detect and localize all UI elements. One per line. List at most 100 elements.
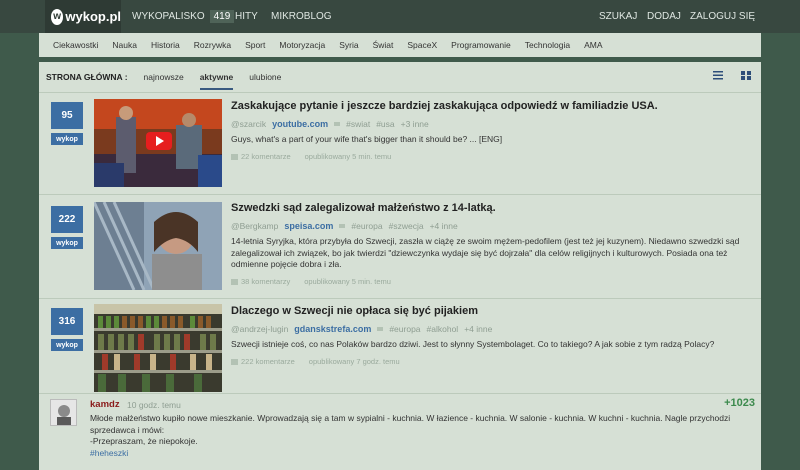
mikroblog-entry: kamdz 10 godz. temu +1023 Młode małżeńst… bbox=[39, 393, 761, 470]
comments-link[interactable]: 38 komentarzy bbox=[231, 277, 290, 286]
logo-icon: w bbox=[51, 8, 64, 25]
sort-bar: STRONA GŁÓWNA : najnowsze aktywne ulubio… bbox=[39, 62, 761, 92]
published-time: opublikowany 5 min. temu bbox=[304, 151, 392, 161]
category-link[interactable]: AMA bbox=[584, 40, 602, 50]
category-link[interactable]: Syria bbox=[339, 40, 358, 50]
tab-aktywne[interactable]: aktywne bbox=[199, 72, 234, 90]
article-info: Zaskakujące pytanie i jeszcze bardziej z… bbox=[231, 99, 753, 161]
entry-tag[interactable]: #heheszki bbox=[90, 448, 750, 460]
nav-label: DODAJ bbox=[647, 11, 681, 22]
entry-time: 10 godz. temu bbox=[127, 400, 181, 410]
article-tag[interactable]: #szwecja bbox=[389, 221, 424, 231]
comment-icon bbox=[231, 358, 238, 365]
article-meta: @Bergkamp speisa.com #europa #szwecja +4… bbox=[231, 221, 753, 231]
top-bar: w wykop.pl WYKOPALISKO 419 HITY MIKROBLO… bbox=[0, 0, 800, 33]
article-footer: 222 komentarze opublikowany 7 godz. temu bbox=[231, 357, 753, 366]
article-info: Szwedzki sąd zalegalizował małżeństwo z … bbox=[231, 201, 753, 286]
article-thumbnail[interactable] bbox=[94, 202, 222, 290]
thumbnail-image bbox=[94, 202, 222, 290]
article-author[interactable]: @szarcik bbox=[231, 119, 266, 129]
wykop-button[interactable]: wykop bbox=[51, 237, 83, 249]
article-source[interactable]: speisa.com bbox=[284, 221, 333, 231]
comments-link[interactable]: 22 komentarze bbox=[231, 152, 291, 161]
tab-najnowsze[interactable]: najnowsze bbox=[144, 72, 184, 82]
nav-label: WYKOPALISKO bbox=[132, 11, 205, 22]
avatar[interactable] bbox=[50, 399, 77, 426]
entry-author[interactable]: kamdz bbox=[90, 399, 120, 410]
article-item: 222 wykop Szwedzki sąd zalegalizował mał… bbox=[39, 194, 761, 298]
article-item: 95 wykop Zaskakujące pytanie i jeszcze b… bbox=[39, 92, 761, 194]
nav-mikroblog[interactable]: MIKROBLOG bbox=[271, 0, 332, 33]
source-icon bbox=[377, 327, 384, 331]
source-icon bbox=[339, 224, 346, 228]
category-link[interactable]: SpaceX bbox=[407, 40, 437, 50]
tab-ulubione[interactable]: ulubione bbox=[249, 72, 281, 82]
category-link[interactable]: Rozrywka bbox=[194, 40, 231, 50]
nav-label: HITY bbox=[235, 11, 258, 22]
view-toggle bbox=[713, 71, 751, 80]
article-title[interactable]: Szwedzki sąd zalegalizował małżeństwo z … bbox=[231, 201, 753, 215]
article-thumbnail[interactable] bbox=[94, 99, 222, 187]
comments-link[interactable]: 222 komentarze bbox=[231, 357, 295, 366]
entry-score[interactable]: +1023 bbox=[724, 397, 755, 409]
vote-box: 316 wykop bbox=[51, 308, 83, 351]
wykopalisko-count-badge: 419 bbox=[209, 10, 235, 23]
article-author[interactable]: @andrzej-lugin bbox=[231, 324, 288, 334]
nav-dodaj[interactable]: DODAJ bbox=[647, 0, 681, 33]
category-nav: Ciekawostki Nauka Historia Rozrywka Spor… bbox=[39, 33, 761, 57]
category-link[interactable]: Technologia bbox=[525, 40, 570, 50]
category-link[interactable]: Sport bbox=[245, 40, 265, 50]
article-tag[interactable]: #alkohol bbox=[427, 324, 459, 334]
category-link[interactable]: Nauka bbox=[112, 40, 137, 50]
nav-zaloguj[interactable]: ZALOGUJ SIĘ bbox=[690, 0, 755, 33]
article-tag[interactable]: #europa bbox=[351, 221, 382, 231]
vote-count: 95 bbox=[51, 102, 83, 129]
category-link[interactable]: Świat bbox=[373, 40, 394, 50]
vote-count: 316 bbox=[51, 308, 83, 335]
comments-count: 222 komentarze bbox=[241, 356, 295, 366]
article-title[interactable]: Zaskakujące pytanie i jeszcze bardziej z… bbox=[231, 99, 753, 113]
vote-box: 95 wykop bbox=[51, 102, 83, 145]
list-view-icon[interactable] bbox=[713, 71, 723, 80]
category-link[interactable]: Historia bbox=[151, 40, 180, 50]
nav-wykopalisko[interactable]: WYKOPALISKO 419 bbox=[132, 0, 235, 33]
more-tags[interactable]: +4 inne bbox=[430, 221, 458, 231]
article-tag[interactable]: #europa bbox=[389, 324, 420, 334]
main-content: Ciekawostki Nauka Historia Rozrywka Spor… bbox=[39, 33, 761, 470]
category-link[interactable]: Ciekawostki bbox=[53, 40, 98, 50]
wykop-button[interactable]: wykop bbox=[51, 339, 83, 351]
nav-hity[interactable]: HITY bbox=[235, 0, 258, 33]
category-link[interactable]: Programowanie bbox=[451, 40, 511, 50]
vote-box: 222 wykop bbox=[51, 206, 83, 249]
published-time: opublikowany 5 min. temu bbox=[304, 276, 391, 286]
wykop-button[interactable]: wykop bbox=[51, 133, 83, 145]
nav-label: SZUKAJ bbox=[599, 11, 638, 22]
nav-szukaj[interactable]: SZUKAJ bbox=[599, 0, 637, 33]
article-footer: 22 komentarze opublikowany 5 min. temu bbox=[231, 152, 753, 161]
article-source[interactable]: youtube.com bbox=[272, 119, 328, 129]
more-tags[interactable]: +4 inne bbox=[464, 324, 492, 334]
thumbnail-image bbox=[94, 304, 222, 392]
article-title[interactable]: Dlaczego w Szwecji nie opłaca się być pi… bbox=[231, 304, 753, 318]
article-thumbnail[interactable] bbox=[94, 304, 222, 392]
article-author[interactable]: @Bergkamp bbox=[231, 221, 278, 231]
avatar-image bbox=[51, 400, 76, 425]
entry-text: Młode małżeństwo kupiło nowe mieszkanie.… bbox=[90, 413, 731, 435]
grid-view-icon[interactable] bbox=[741, 71, 751, 80]
article-info: Dlaczego w Szwecji nie opłaca się być pi… bbox=[231, 304, 753, 366]
nav-label: ZALOGUJ SIĘ bbox=[690, 11, 756, 22]
article-description: 14-letnia Syryjka, która przybyła do Szw… bbox=[231, 236, 740, 269]
logo-text: wykop.pl bbox=[65, 9, 121, 24]
nav-label: MIKROBLOG bbox=[271, 11, 332, 22]
article-source[interactable]: gdanskstrefa.com bbox=[294, 324, 371, 334]
site-logo[interactable]: w wykop.pl bbox=[45, 0, 121, 33]
article-tag[interactable]: #usa bbox=[376, 119, 394, 129]
entry-text: -Przepraszam, że niepokoje. bbox=[90, 436, 198, 446]
category-link[interactable]: Motoryzacja bbox=[279, 40, 325, 50]
article-tag[interactable]: #swiat bbox=[346, 119, 370, 129]
comment-icon bbox=[231, 153, 238, 160]
more-tags[interactable]: +3 inne bbox=[401, 119, 429, 129]
entry-body: Młode małżeństwo kupiło nowe mieszkanie.… bbox=[90, 413, 750, 459]
article-meta: @andrzej-lugin gdanskstrefa.com #europa … bbox=[231, 324, 753, 334]
article-footer: 38 komentarzy opublikowany 5 min. temu bbox=[231, 277, 753, 286]
